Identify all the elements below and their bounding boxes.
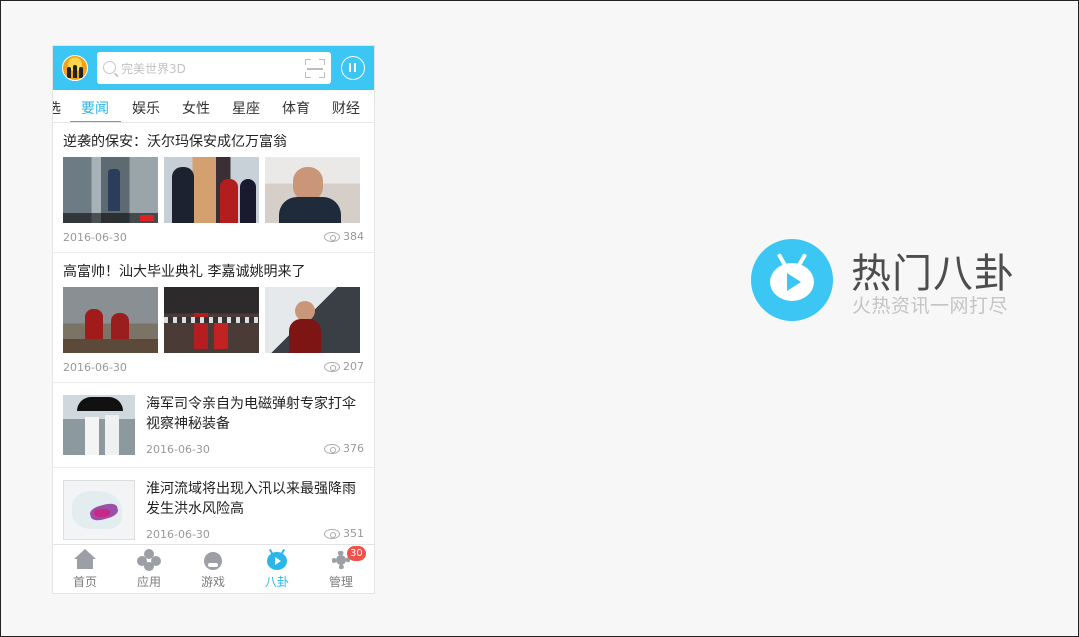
avatar[interactable] bbox=[62, 55, 88, 81]
tab-finance[interactable]: 财经 bbox=[332, 98, 360, 118]
eye-icon bbox=[324, 361, 340, 372]
game-icon bbox=[201, 549, 225, 571]
news-thumbnail bbox=[63, 395, 135, 455]
news-views: 207 bbox=[324, 360, 364, 373]
eye-icon bbox=[324, 528, 340, 539]
news-item[interactable]: 淮河流域将出现入汛以来最强降雨发生洪水风险高 2016-06-30 351 bbox=[53, 468, 374, 553]
tab-news[interactable]: 要闻 bbox=[81, 98, 109, 118]
tab-women[interactable]: 女性 bbox=[182, 98, 210, 118]
news-thumbnail bbox=[63, 287, 158, 353]
news-thumbnail bbox=[164, 157, 259, 223]
news-feed: 逆袭的保安：沃尔玛保安成亿万富翁 2016-06-30 384 高富帅！汕大毕业… bbox=[53, 123, 374, 553]
news-item[interactable]: 逆袭的保安：沃尔玛保安成亿万富翁 2016-06-30 384 bbox=[53, 123, 374, 253]
nav-label: 首页 bbox=[72, 575, 97, 589]
eye-icon bbox=[324, 231, 340, 242]
news-views: 351 bbox=[324, 527, 364, 540]
nav-apps[interactable]: 应用 bbox=[123, 549, 175, 590]
brand-banner: 热门八卦 火热资讯一网打尽 bbox=[751, 239, 1051, 321]
nav-label: 八卦 bbox=[264, 575, 289, 589]
bottom-nav: 首页 应用 游戏 八卦 管理 30 bbox=[53, 544, 374, 593]
tv-icon bbox=[265, 548, 289, 571]
news-title: 淮河流域将出现入汛以来最强降雨发生洪水风险高 bbox=[146, 481, 356, 517]
nav-label: 管理 bbox=[328, 575, 353, 589]
home-icon bbox=[73, 549, 97, 571]
notification-badge: 30 bbox=[347, 546, 366, 561]
view-count: 207 bbox=[343, 360, 364, 373]
apps-icon bbox=[137, 549, 161, 571]
tab-selected[interactable]: 选 bbox=[53, 98, 61, 118]
news-title: 海军司令亲自为电磁弹射专家打伞视察神秘装备 bbox=[146, 396, 356, 432]
tv-icon bbox=[751, 239, 833, 321]
nav-gossip[interactable]: 八卦 bbox=[251, 548, 303, 590]
pause-icon[interactable] bbox=[341, 56, 365, 80]
news-thumbnail bbox=[265, 287, 360, 353]
category-tabs: 选 要闻 娱乐 女性 星座 体育 财经 bbox=[53, 90, 374, 123]
news-thumbnail bbox=[63, 157, 158, 223]
news-thumbnail bbox=[164, 287, 259, 353]
news-title: 高富帅！汕大毕业典礼 李嘉诚姚明来了 bbox=[63, 264, 306, 280]
news-item[interactable]: 高富帅！汕大毕业典礼 李嘉诚姚明来了 2016-06-30 207 bbox=[53, 253, 374, 383]
news-thumbnail bbox=[63, 480, 135, 540]
view-count: 376 bbox=[343, 442, 364, 455]
top-bar: 完美世界3D bbox=[53, 46, 374, 90]
news-views: 384 bbox=[324, 230, 364, 243]
eye-icon bbox=[324, 443, 340, 454]
news-date: 2016-06-30 bbox=[63, 231, 127, 244]
news-date: 2016-06-30 bbox=[63, 361, 127, 374]
nav-label: 应用 bbox=[136, 575, 161, 589]
news-date: 2016-06-30 bbox=[146, 528, 210, 541]
search-placeholder: 完美世界3D bbox=[121, 62, 186, 76]
nav-games[interactable]: 游戏 bbox=[187, 549, 239, 590]
news-views: 376 bbox=[324, 442, 364, 455]
search-input[interactable]: 完美世界3D bbox=[97, 52, 331, 84]
view-count: 384 bbox=[343, 230, 364, 243]
nav-label: 游戏 bbox=[200, 575, 225, 589]
search-icon bbox=[103, 61, 116, 74]
nav-home[interactable]: 首页 bbox=[59, 549, 111, 590]
phone-screen: 完美世界3D 选 要闻 娱乐 女性 星座 体育 财经 逆袭的保安：沃尔玛保安成亿… bbox=[52, 45, 375, 594]
news-date: 2016-06-30 bbox=[146, 443, 210, 456]
tab-entertainment[interactable]: 娱乐 bbox=[132, 98, 160, 118]
news-title: 逆袭的保安：沃尔玛保安成亿万富翁 bbox=[63, 134, 287, 150]
brand-subtitle: 火热资讯一网打尽 bbox=[852, 295, 1009, 317]
news-thumbnail bbox=[265, 157, 360, 223]
tab-sports[interactable]: 体育 bbox=[282, 98, 310, 118]
news-item[interactable]: 海军司令亲自为电磁弹射专家打伞视察神秘装备 2016-06-30 376 bbox=[53, 383, 374, 468]
tab-horoscope[interactable]: 星座 bbox=[232, 98, 260, 118]
scan-icon[interactable] bbox=[305, 59, 325, 78]
view-count: 351 bbox=[343, 527, 364, 540]
